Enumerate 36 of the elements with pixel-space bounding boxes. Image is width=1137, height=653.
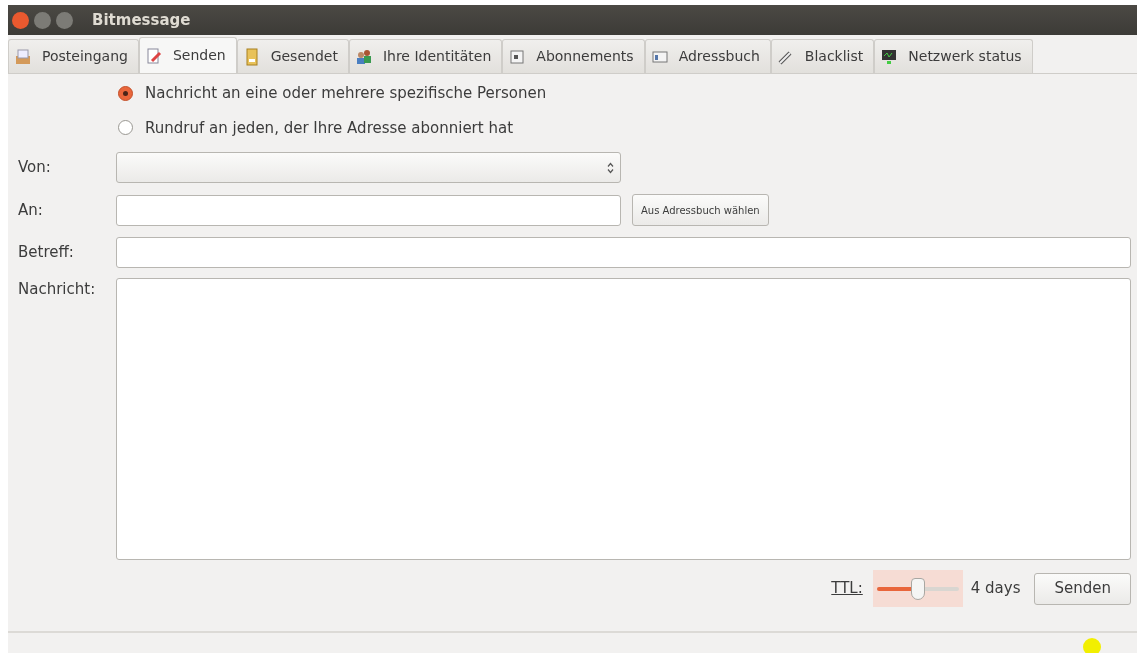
tab[interactable]: Ihre Identitäten <box>348 39 503 73</box>
address-book-button[interactable]: Aus Adressbuch wählen <box>632 194 769 226</box>
tab[interactable]: Netzwerk status <box>874 39 1033 73</box>
field-label: Von: <box>18 157 52 179</box>
radio-button[interactable] <box>118 85 133 101</box>
spinner-icon <box>607 161 614 174</box>
inbox-tray-icon <box>14 47 32 66</box>
minimize-button[interactable] <box>34 11 51 29</box>
tab[interactable]: Senden <box>138 37 237 73</box>
newspaper-icon <box>508 47 527 66</box>
field-label: An: <box>18 199 44 221</box>
message-field[interactable] <box>116 278 1131 560</box>
status-dot <box>1083 638 1101 653</box>
tab[interactable]: Gesendet <box>236 39 349 73</box>
radio-label: Nachricht an eine oder mehrere spezifische Personen <box>145 83 547 104</box>
monitor-icon <box>880 47 899 66</box>
from-dropdown[interactable] <box>116 152 621 183</box>
send-button[interactable]: Senden <box>1034 572 1131 605</box>
radio-label: Rundruf an jeden, der Ihre Adresse abonniert hat <box>145 117 514 139</box>
field-label: Nachricht: <box>18 279 97 300</box>
maximize-button[interactable] <box>56 11 73 29</box>
people-icon <box>354 47 373 66</box>
ttl-slider[interactable] <box>872 570 963 607</box>
tab[interactable]: Adressbuch <box>644 39 771 73</box>
tab[interactable]: Posteingang <box>8 39 139 73</box>
ttl-value: 4 days <box>970 578 1021 600</box>
tab[interactable]: Abonnements <box>502 39 645 73</box>
ttl-label: TTL: <box>831 578 863 600</box>
window-title: Bitmessage <box>92 9 191 31</box>
subject-field[interactable] <box>116 237 1131 268</box>
tab[interactable]: Blacklist <box>770 39 875 73</box>
radio-button[interactable] <box>118 120 133 136</box>
to-field[interactable] <box>116 194 621 226</box>
field-label: Betreff: <box>18 242 75 264</box>
document-pencil-icon <box>144 46 163 65</box>
close-button[interactable] <box>12 11 29 29</box>
